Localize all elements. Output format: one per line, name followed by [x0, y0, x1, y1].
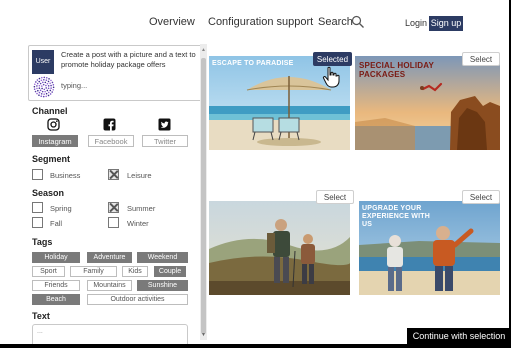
- channel-facebook-button[interactable]: Facebook: [88, 135, 134, 147]
- channel-instagram-button[interactable]: Instagram: [32, 135, 78, 147]
- segment-leisure-checkbox[interactable]: [108, 169, 119, 180]
- image-2-select-button[interactable]: Select: [462, 52, 500, 66]
- app-frame: Overview Configuration support Search Lo…: [0, 0, 509, 344]
- facebook-icon[interactable]: [103, 118, 116, 131]
- segment-heading: Segment: [32, 154, 71, 164]
- hand-cursor-icon: [322, 66, 340, 88]
- assistant-avatar-icon: [33, 76, 55, 98]
- season-fall-label: Fall: [50, 219, 63, 228]
- tags-heading: Tags: [32, 237, 53, 247]
- search-icon[interactable]: [351, 15, 365, 29]
- instagram-icon[interactable]: [47, 118, 60, 131]
- nav-overview-link[interactable]: Overview: [149, 16, 195, 28]
- image-caption: SPECIAL HOLIDAY PACKAGES: [359, 61, 434, 79]
- segment-leisure-label: Leisure: [127, 171, 152, 180]
- post-text-input[interactable]: ...: [32, 324, 188, 344]
- image-card-hiking[interactable]: [209, 201, 350, 295]
- tag-holiday[interactable]: Holiday: [32, 252, 80, 263]
- tag-weekend[interactable]: Weekend: [137, 252, 188, 263]
- hiking-couple-photo: [209, 201, 350, 295]
- top-nav: Overview Configuration support Search Lo…: [0, 0, 509, 44]
- season-heading: Season: [32, 188, 65, 198]
- nav-configuration-support-link[interactable]: Configuration support: [208, 16, 313, 28]
- user-message: Create a post with a picture and a text …: [61, 50, 196, 69]
- twitter-icon[interactable]: [158, 118, 171, 131]
- tag-family[interactable]: Family: [70, 266, 117, 277]
- season-spring-checkbox[interactable]: [32, 202, 43, 213]
- scroll-up-icon[interactable]: ▲: [201, 47, 206, 53]
- sidebar: User Create a post with a picture and a …: [26, 44, 205, 344]
- segment-business-label: Business: [50, 171, 81, 180]
- season-spring-label: Spring: [50, 204, 72, 213]
- tag-mountains[interactable]: Mountains: [87, 280, 132, 291]
- channel-twitter-button[interactable]: Twitter: [142, 135, 188, 147]
- scrollbar-thumb[interactable]: [201, 58, 206, 334]
- user-badge: User: [32, 50, 54, 74]
- season-summer-label: Summer: [127, 204, 156, 213]
- text-heading: Text: [32, 311, 50, 321]
- channel-heading: Channel: [32, 106, 68, 116]
- image-card-seniors-beach[interactable]: UPGRADE YOUR EXPERIENCE WITH US: [359, 201, 500, 295]
- segment-business-checkbox[interactable]: [32, 169, 43, 180]
- season-winter-checkbox[interactable]: [108, 217, 119, 228]
- image-4-select-button[interactable]: Select: [462, 190, 500, 204]
- image-caption: UPGRADE YOUR EXPERIENCE WITH US: [362, 205, 430, 228]
- scroll-down-icon[interactable]: ▼: [201, 332, 206, 338]
- typing-indicator: typing...: [61, 81, 88, 90]
- continue-with-selection-button[interactable]: Continue with selection: [407, 328, 509, 344]
- login-link[interactable]: Login: [405, 18, 427, 28]
- season-winter-label: Winter: [127, 219, 149, 228]
- season-summer-checkbox[interactable]: [108, 202, 119, 213]
- sidebar-scrollbar[interactable]: ▲ ▼: [200, 44, 207, 340]
- image-1-selected-button[interactable]: Selected: [313, 52, 352, 66]
- tag-sunshine[interactable]: Sunshine: [137, 280, 188, 291]
- image-card-cliff-diving[interactable]: SPECIAL HOLIDAY PACKAGES: [355, 56, 500, 150]
- tag-adventure[interactable]: Adventure: [87, 252, 132, 263]
- image-caption: ESCAPE TO PARADISE: [212, 60, 294, 67]
- chat-panel: User Create a post with a picture and a …: [28, 45, 205, 101]
- season-fall-checkbox[interactable]: [32, 217, 43, 228]
- tag-beach[interactable]: Beach: [32, 294, 80, 305]
- tag-sport[interactable]: Sport: [32, 266, 65, 277]
- nav-search-link[interactable]: Search: [318, 16, 353, 28]
- tag-outdoor-activities[interactable]: Outdoor activities: [87, 294, 188, 305]
- tag-friends[interactable]: Friends: [32, 280, 80, 291]
- image-3-select-button[interactable]: Select: [316, 190, 354, 204]
- tag-kids[interactable]: Kids: [122, 266, 148, 277]
- tag-couple[interactable]: Couple: [154, 266, 186, 277]
- signup-button[interactable]: Sign up: [429, 16, 463, 31]
